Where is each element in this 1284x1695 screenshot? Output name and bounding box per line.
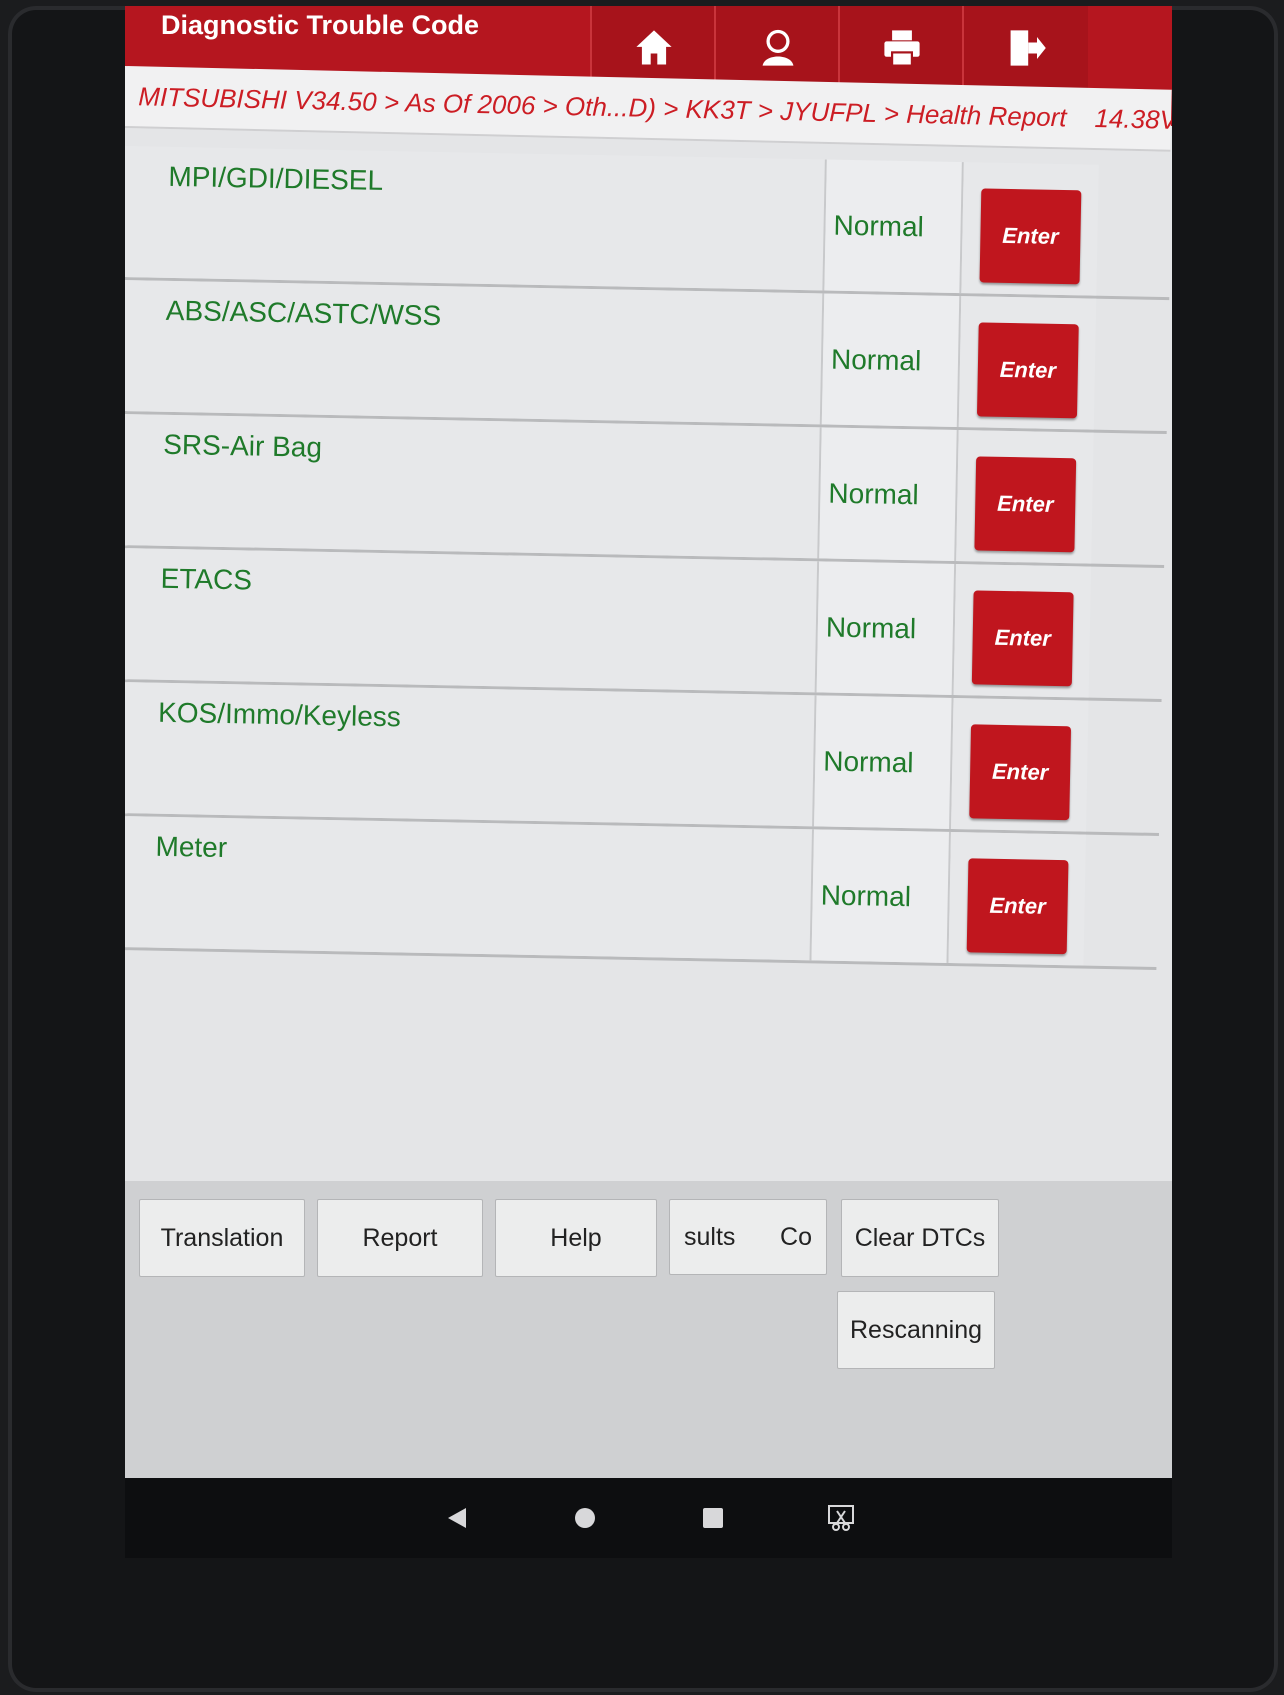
system-status: Normal	[828, 477, 919, 511]
breadcrumb: MITSUBISHI V34.50 > As Of 2006 > Oth...D…	[137, 80, 1067, 132]
recents-icon	[702, 1508, 723, 1528]
clear-dtcs-button[interactable]: Clear DTCs	[841, 1199, 999, 1277]
list-item: Meter Normal Enter	[125, 815, 1159, 970]
enter-button[interactable]: Enter	[971, 590, 1074, 687]
exit-icon	[1010, 30, 1046, 66]
results-compare-button[interactable]: sults Co	[669, 1199, 827, 1275]
page-title: Diagnostic Trouble Code	[161, 10, 480, 40]
android-nav-bar	[125, 1478, 1172, 1558]
help-button[interactable]: Help	[495, 1199, 657, 1277]
system-status: Normal	[825, 611, 917, 645]
system-name-cell: Meter	[125, 815, 815, 961]
voltage-readout: 14.38V	[1094, 102, 1172, 135]
list-item: KOS/Immo/Keyless Normal Enter	[125, 681, 1162, 836]
report-button[interactable]: Report	[317, 1199, 483, 1277]
system-status-cell: Normal	[819, 427, 959, 562]
back-icon	[447, 1508, 466, 1528]
diagnostic-screen: Diagnostic Trouble Code MITSUBISHI V34.5…	[125, 6, 1172, 1478]
print-button[interactable]	[838, 6, 964, 90]
system-action-cell: Enter	[961, 162, 1099, 296]
system-status-cell: Normal	[816, 561, 957, 696]
home-icon	[636, 30, 672, 65]
screenshot-button[interactable]	[821, 1498, 861, 1538]
system-name-cell: ETACS	[125, 547, 820, 693]
system-action-cell: Enter	[958, 296, 1097, 430]
battery-icon	[1076, 105, 1077, 131]
system-name: ETACS	[160, 562, 253, 596]
list-item: ETACS Normal Enter	[125, 547, 1165, 703]
back-button[interactable]	[437, 1498, 477, 1538]
printer-icon	[884, 30, 920, 67]
system-status: Normal	[830, 343, 922, 377]
system-status: Normal	[823, 745, 914, 779]
system-action-cell: Enter	[951, 698, 1089, 832]
system-action-cell: Enter	[953, 564, 1092, 698]
enter-button[interactable]: Enter	[974, 456, 1077, 553]
enter-button[interactable]: Enter	[976, 322, 1079, 419]
enter-button[interactable]: Enter	[969, 724, 1072, 821]
system-status: Normal	[820, 879, 912, 913]
recents-button[interactable]	[693, 1498, 733, 1538]
enter-button[interactable]: Enter	[966, 858, 1069, 955]
translation-button[interactable]: Translation	[139, 1199, 305, 1277]
system-name-cell: KOS/Immo/Keyless	[125, 681, 817, 827]
compare-label: Co	[780, 1222, 812, 1251]
system-name-cell: SRS-Air Bag	[125, 413, 822, 559]
rescanning-button[interactable]: Rescanning	[837, 1291, 995, 1369]
system-status: Normal	[833, 209, 925, 243]
system-name: Meter	[155, 830, 228, 864]
user-icon	[762, 29, 794, 66]
system-action-cell: Enter	[948, 831, 1086, 966]
list-item: MPI/GDI/DIESEL Normal Enter	[125, 146, 1172, 301]
system-action-cell: Enter	[956, 430, 1094, 564]
bottom-toolbar: Translation Report Help sults Co Clear D…	[125, 1181, 1172, 1478]
screenshot-icon	[827, 1505, 854, 1531]
home-nav-button[interactable]	[565, 1498, 605, 1538]
list-item: ABS/ASC/ASTC/WSS Normal Enter	[125, 279, 1170, 435]
exit-button[interactable]	[962, 6, 1088, 90]
enter-button[interactable]: Enter	[979, 188, 1082, 285]
system-name: SRS-Air Bag	[162, 428, 323, 463]
system-name: ABS/ASC/ASTC/WSS	[165, 294, 442, 332]
home-circle-icon	[574, 1508, 595, 1528]
results-label: sults	[684, 1222, 736, 1251]
system-status-cell: Normal	[814, 695, 954, 829]
user-button[interactable]	[714, 6, 840, 90]
system-status-cell: Normal	[811, 829, 951, 963]
system-name: KOS/Immo/Keyless	[157, 696, 402, 733]
header-bar: Diagnostic Trouble Code MITSUBISHI V34.5…	[125, 6, 1172, 152]
system-status-cell: Normal	[824, 159, 964, 294]
system-list: MPI/GDI/DIESEL Normal Enter ABS/ASC/ASTC…	[125, 146, 1172, 970]
system-status-cell: Normal	[821, 293, 962, 428]
system-name-cell: MPI/GDI/DIESEL	[125, 146, 827, 291]
system-name-cell: ABS/ASC/ASTC/WSS	[125, 279, 825, 425]
system-name: MPI/GDI/DIESEL	[168, 160, 384, 196]
list-item: SRS-Air Bag Normal Enter	[125, 413, 1167, 569]
